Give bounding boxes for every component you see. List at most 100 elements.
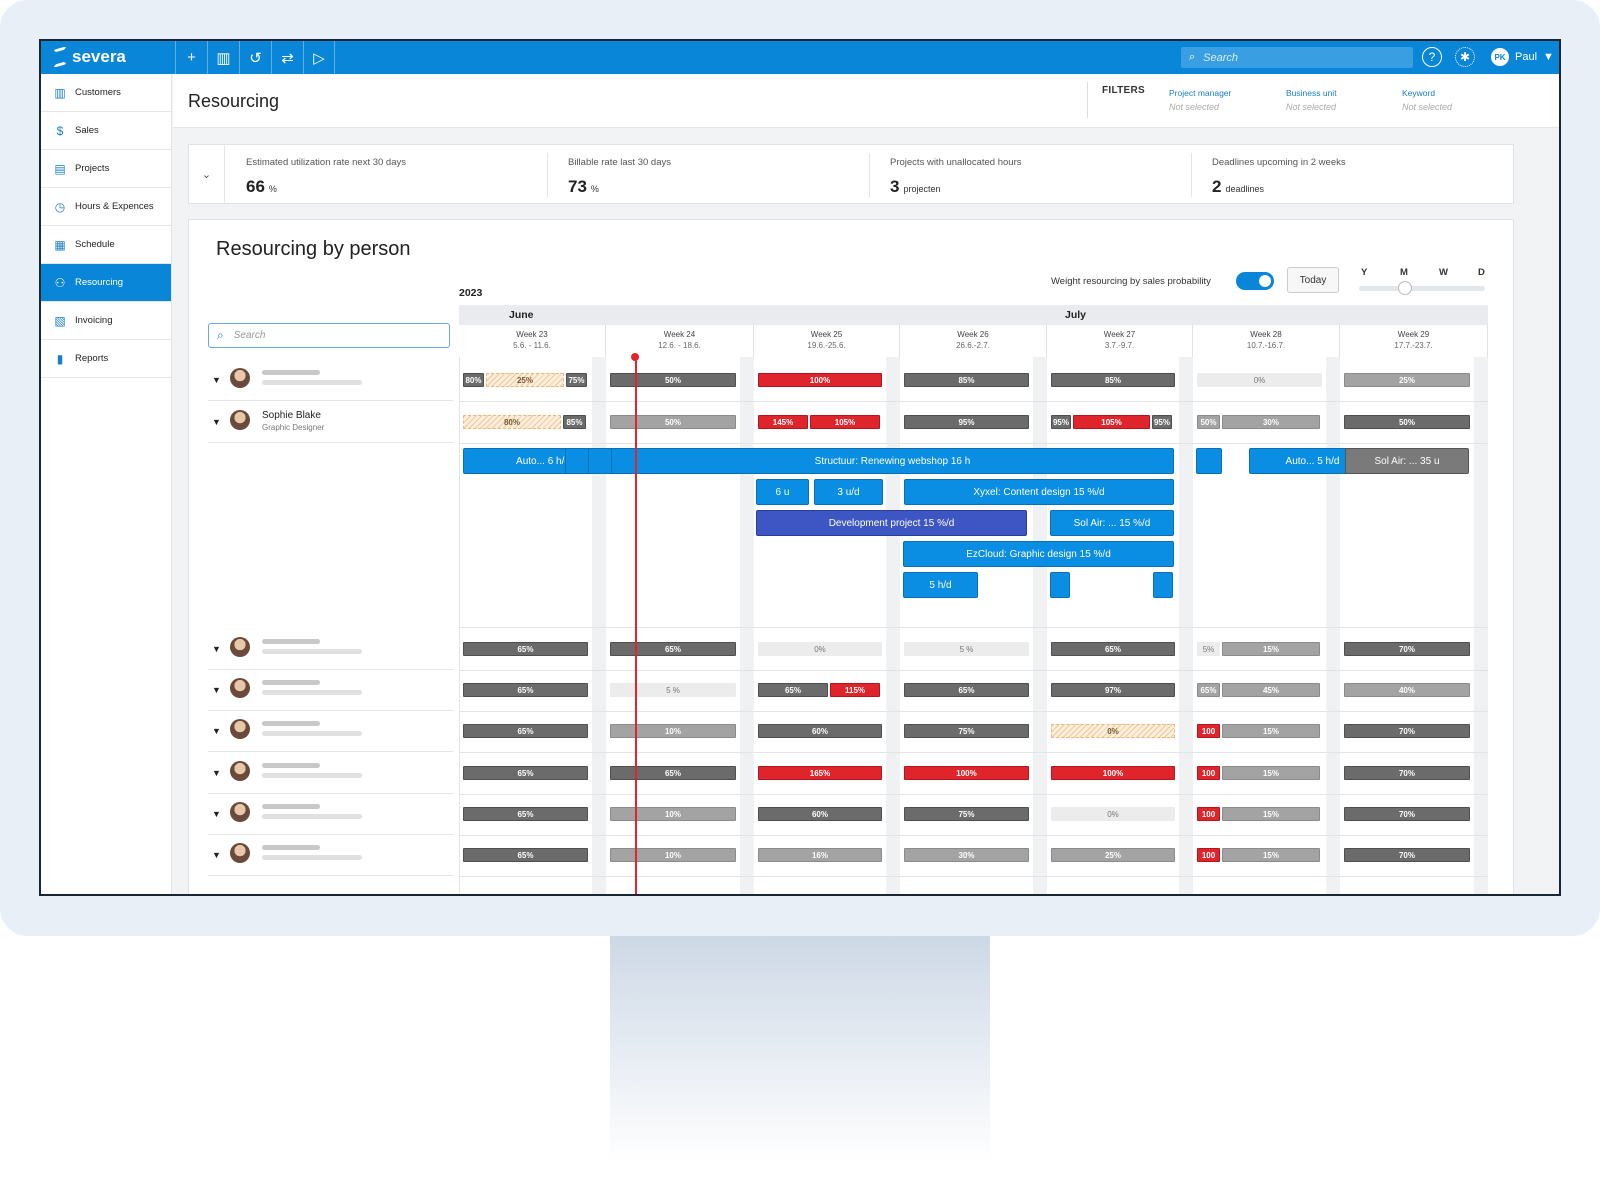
utilization-bar[interactable]: 25%	[1344, 373, 1470, 387]
utilization-bar[interactable]: 15%	[1222, 807, 1320, 821]
utilization-bar[interactable]: 65%	[1197, 683, 1220, 697]
utilization-bar[interactable]: 85%	[1051, 373, 1175, 387]
utilization-bar[interactable]: 40%	[1344, 683, 1470, 697]
utilization-bar[interactable]: 100	[1197, 807, 1220, 821]
zoom-year[interactable]: Y	[1361, 267, 1367, 278]
utilization-bar[interactable]: 15%	[1222, 724, 1320, 738]
utilization-bar[interactable]: 45%	[1222, 683, 1320, 697]
utilization-bar[interactable]: 60%	[758, 807, 882, 821]
sidebar-item-resourcing[interactable]: ⚇ Resourcing	[41, 264, 171, 302]
utilization-bar[interactable]: 145%	[758, 415, 808, 429]
task-block[interactable]: Sol Air: ... 15 %/d	[1050, 510, 1174, 536]
task-block[interactable]	[1153, 572, 1173, 598]
utilization-bar[interactable]: 65%	[1051, 642, 1175, 656]
task-block[interactable]: Auto... 6 h/d	[463, 448, 623, 474]
utilization-bar[interactable]: 80%	[463, 373, 484, 387]
utilization-bar[interactable]: 80%	[463, 415, 561, 429]
person-row[interactable]: ▼	[208, 752, 453, 792]
caret-down-icon[interactable]: ▼	[212, 644, 221, 654]
utilization-bar[interactable]: 100%	[904, 766, 1029, 780]
zoom-slider-handle[interactable]	[1398, 281, 1412, 295]
utilization-bar[interactable]: 5 %	[610, 683, 736, 697]
task-block[interactable]: Xyxel: Content design 15 %/d	[904, 479, 1174, 505]
caret-down-icon[interactable]: ▼	[212, 726, 221, 736]
collapse-kpis-button[interactable]: ⌄	[189, 145, 225, 203]
utilization-bar[interactable]: 25%	[1051, 848, 1175, 862]
play-icon[interactable]: ▷	[303, 41, 335, 74]
utilization-bar[interactable]: 60%	[758, 724, 882, 738]
utilization-bar[interactable]: 75%	[566, 373, 587, 387]
sidebar-item-schedule[interactable]: ▦ Schedule	[41, 226, 171, 264]
utilization-bar[interactable]: 70%	[1344, 724, 1470, 738]
sidebar-item-reports[interactable]: ▮ Reports	[41, 340, 171, 378]
zoom-slider-track[interactable]	[1359, 286, 1485, 291]
utilization-bar[interactable]: 100	[1197, 724, 1220, 738]
utilization-bar[interactable]: 100%	[758, 373, 882, 387]
task-block[interactable]	[1050, 572, 1070, 598]
sidebar-item-projects[interactable]: ▤ Projects	[41, 150, 171, 188]
utilization-bar[interactable]: 70%	[1344, 642, 1470, 656]
caret-down-icon[interactable]: ▼	[212, 768, 221, 778]
utilization-bar[interactable]: 75%	[904, 724, 1029, 738]
utilization-bar[interactable]: 16%	[758, 848, 882, 862]
zoom-week[interactable]: W	[1439, 267, 1448, 278]
utilization-bar[interactable]: 50%	[1197, 415, 1220, 429]
utilization-bar[interactable]: 95%	[1051, 415, 1071, 429]
utilization-bar[interactable]: 65%	[463, 807, 588, 821]
utilization-bar[interactable]: 10%	[610, 724, 736, 738]
utilization-bar[interactable]: 15%	[1222, 848, 1320, 862]
task-block[interactable]	[1196, 448, 1222, 474]
utilization-bar[interactable]: 5%	[1197, 642, 1220, 656]
weight-probability-toggle[interactable]	[1236, 272, 1274, 290]
utilization-bar[interactable]: 65%	[463, 724, 588, 738]
utilization-bar[interactable]: 95%	[904, 415, 1029, 429]
utilization-bar[interactable]: 10%	[610, 807, 736, 821]
task-block[interactable]: 3 u/d	[814, 479, 883, 505]
user-menu[interactable]: PK Paul ▼	[1491, 48, 1554, 66]
utilization-bar[interactable]: 75%	[904, 807, 1029, 821]
utilization-bar[interactable]: 97%	[1051, 683, 1175, 697]
utilization-bar[interactable]: 65%	[463, 766, 588, 780]
sidebar-item-invoicing[interactable]: ▧ Invoicing	[41, 302, 171, 340]
utilization-bar[interactable]: 100%	[1051, 766, 1175, 780]
utilization-bar[interactable]: 10%	[610, 848, 736, 862]
utilization-bar[interactable]: 85%	[563, 415, 586, 429]
task-block[interactable]: Structuur: Renewing webshop 16 h	[611, 448, 1174, 474]
people-search-input[interactable]: ⌕ Search	[208, 323, 450, 348]
utilization-bar[interactable]: 65%	[463, 848, 588, 862]
severa-logo[interactable]: severa	[53, 46, 126, 68]
sidebar-item-customers[interactable]: ▥ Customers	[41, 74, 171, 112]
task-block[interactable]: 6 u	[756, 479, 809, 505]
utilization-bar[interactable]: 165%	[758, 766, 882, 780]
person-row[interactable]: ▼	[208, 834, 453, 874]
utilization-bar[interactable]: 105%	[810, 415, 880, 429]
person-row[interactable]: ▼	[208, 628, 453, 668]
utilization-bar[interactable]: 65%	[610, 766, 736, 780]
history-icon[interactable]: ↺	[239, 41, 271, 74]
task-block[interactable]	[565, 448, 589, 474]
task-block[interactable]: Sol Air: ... 35 u	[1345, 448, 1469, 474]
caret-down-icon[interactable]: ▼	[212, 685, 221, 695]
chart-icon[interactable]: ▥	[207, 41, 239, 74]
caret-down-icon[interactable]: ▼	[212, 809, 221, 819]
swap-icon[interactable]: ⇄	[271, 41, 303, 74]
utilization-bar[interactable]: 65%	[463, 642, 588, 656]
zoom-day[interactable]: D	[1478, 267, 1485, 278]
utilization-bar[interactable]: 30%	[1222, 415, 1320, 429]
global-search-input[interactable]: ⌕ Search	[1181, 47, 1413, 68]
utilization-bar[interactable]: 70%	[1344, 766, 1470, 780]
utilization-bar[interactable]: 100	[1197, 766, 1220, 780]
person-row[interactable]: ▼	[208, 710, 453, 750]
person-row[interactable]: ▼ Sophie Blake Graphic Designer	[208, 401, 453, 441]
sidebar-item-sales[interactable]: $ Sales	[41, 112, 171, 150]
utilization-bar[interactable]: 15%	[1222, 766, 1320, 780]
plus-icon[interactable]: +	[175, 41, 207, 74]
utilization-bar[interactable]: 85%	[904, 373, 1029, 387]
caret-down-icon[interactable]: ▼	[212, 375, 221, 385]
task-block[interactable]: EzCloud: Graphic design 15 %/d	[903, 541, 1174, 567]
person-row[interactable]: ▼	[208, 669, 453, 709]
utilization-bar[interactable]: 65%	[463, 683, 588, 697]
utilization-bar[interactable]: 15%	[1222, 642, 1320, 656]
utilization-bar[interactable]: 50%	[610, 415, 736, 429]
utilization-bar[interactable]: 70%	[1344, 807, 1470, 821]
